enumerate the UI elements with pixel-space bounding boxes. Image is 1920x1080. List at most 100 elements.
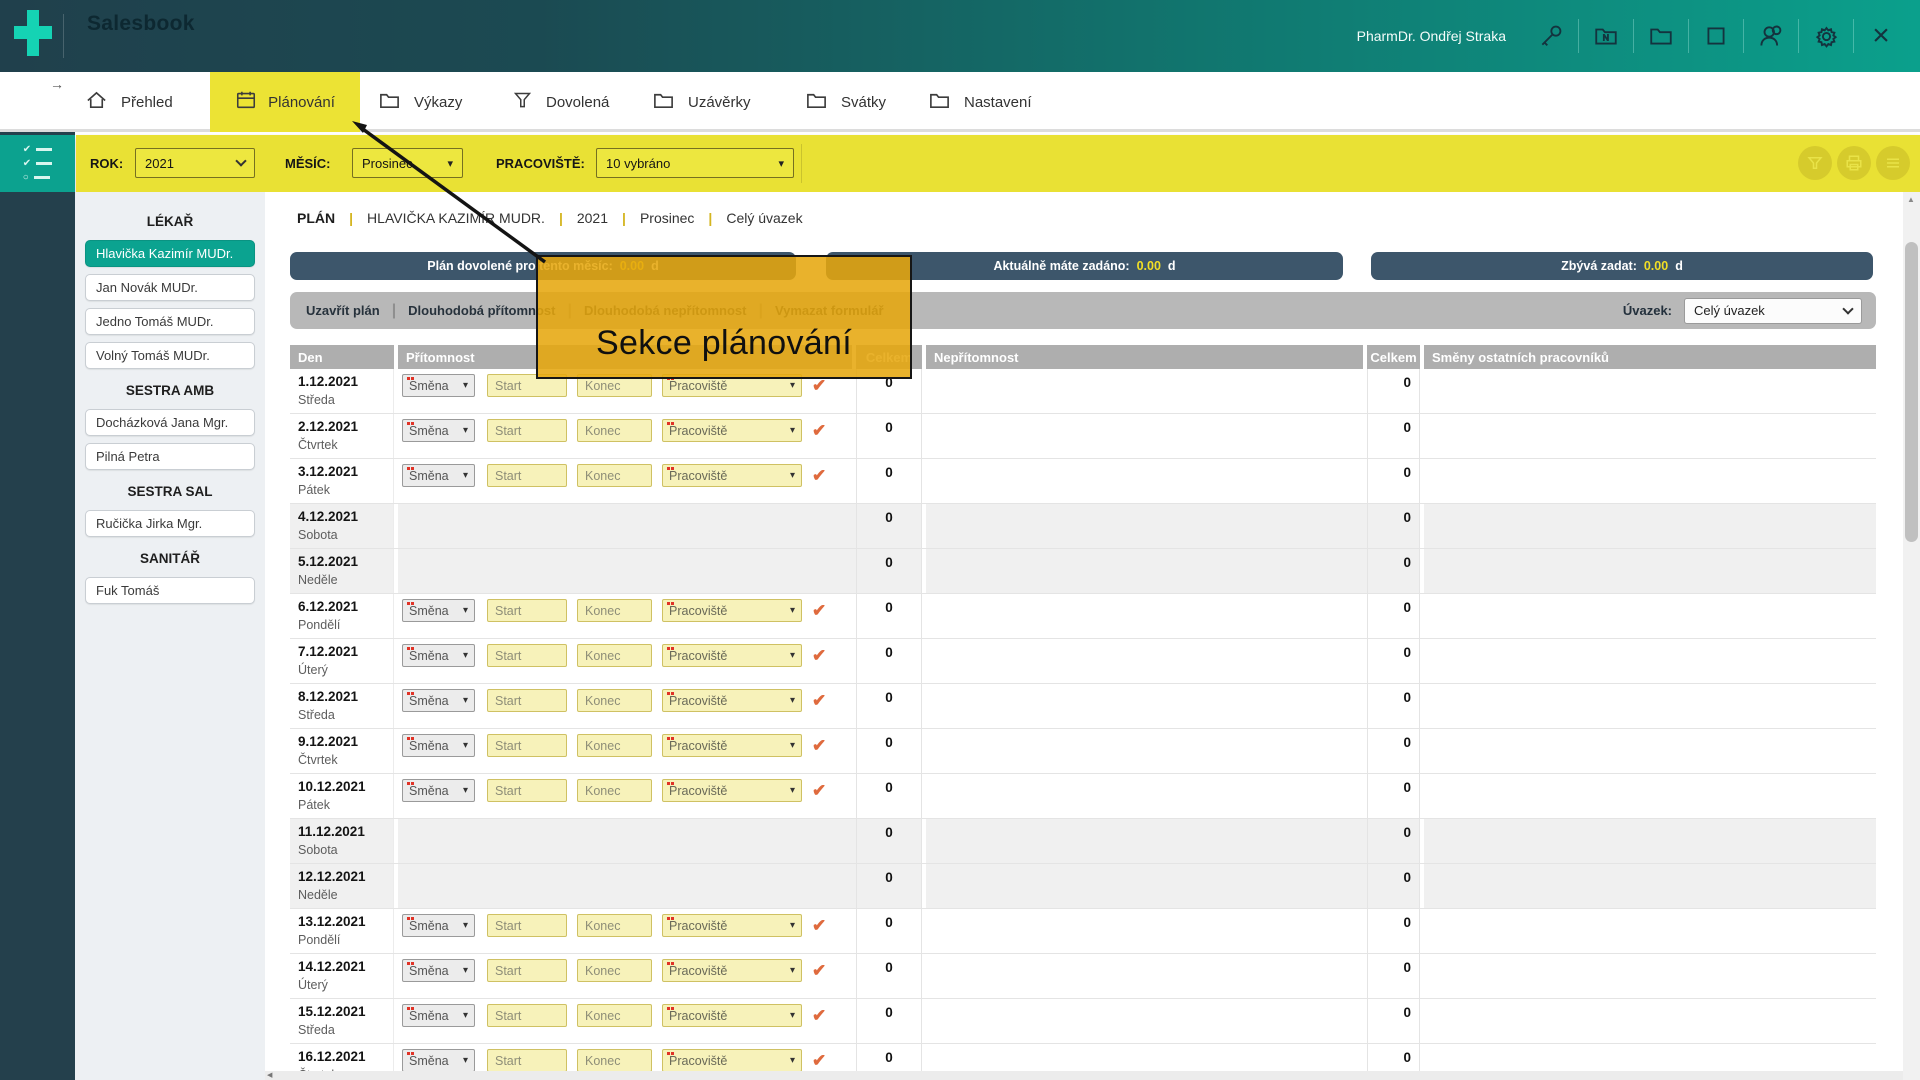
konec-input[interactable] xyxy=(577,689,652,712)
confirm-check-icon[interactable]: ✔ xyxy=(812,376,826,396)
start-input[interactable] xyxy=(487,959,567,982)
employee-item[interactable]: Docházková Jana Mgr. xyxy=(85,409,255,436)
pracoviste-row-select[interactable]: Pracoviště▾ xyxy=(662,644,802,667)
tab-vykazy[interactable]: Výkazy xyxy=(378,72,462,132)
horizontal-scrollbar[interactable]: ◀ xyxy=(265,1071,1903,1080)
folder-icon[interactable] xyxy=(1640,14,1682,58)
employee-item[interactable]: Volný Tomáš MUDr. xyxy=(85,342,255,369)
konec-input[interactable] xyxy=(577,959,652,982)
konec-input[interactable] xyxy=(577,914,652,937)
menu-icon[interactable] xyxy=(1876,146,1910,180)
confirm-check-icon[interactable]: ✔ xyxy=(812,421,826,441)
toolbar-action[interactable]: Dlouhodobá přítomnost xyxy=(408,303,555,318)
day-cell: 14.12.2021Úterý xyxy=(290,954,394,998)
konec-input[interactable] xyxy=(577,1049,652,1072)
confirm-check-icon[interactable]: ✔ xyxy=(812,601,826,621)
scroll-left-icon[interactable]: ◀ xyxy=(267,1071,272,1079)
vertical-scrollbar[interactable]: ▲ xyxy=(1903,192,1920,1080)
start-input[interactable] xyxy=(487,1004,567,1027)
pracoviste-row-select[interactable]: Pracoviště▾ xyxy=(662,1049,802,1072)
employee-item[interactable]: Jan Novák MUDr. xyxy=(85,274,255,301)
pracoviste-row-select[interactable]: Pracoviště▾ xyxy=(662,464,802,487)
pracoviste-row-select[interactable]: Pracoviště▾ xyxy=(662,734,802,757)
start-input[interactable] xyxy=(487,644,567,667)
konec-input[interactable] xyxy=(577,779,652,802)
confirm-check-icon[interactable]: ✔ xyxy=(812,691,826,711)
smena-select[interactable]: Směna▾ xyxy=(402,419,475,442)
confirm-check-icon[interactable]: ✔ xyxy=(812,961,826,981)
tab-label: Plánování xyxy=(268,94,335,111)
pracoviste-row-select[interactable]: Pracoviště▾ xyxy=(662,599,802,622)
tab-planovani[interactable]: Plánování xyxy=(210,72,360,132)
confirm-check-icon[interactable]: ✔ xyxy=(812,1006,826,1026)
folder-new-icon[interactable]: N xyxy=(1585,14,1627,58)
smena-select[interactable]: Směna▾ xyxy=(402,914,475,937)
employee-item[interactable]: Hlavička Kazimír MUDr. xyxy=(85,240,255,267)
start-input[interactable] xyxy=(487,464,567,487)
employee-item[interactable]: Jedno Tomáš MUDr. xyxy=(85,308,255,335)
smena-select[interactable]: Směna▾ xyxy=(402,959,475,982)
tab-prehled[interactable]: Přehled xyxy=(85,72,173,132)
filter-icon[interactable] xyxy=(1798,146,1832,180)
confirm-check-icon[interactable]: ✔ xyxy=(812,466,826,486)
start-input[interactable] xyxy=(487,734,567,757)
smena-select[interactable]: Směna▾ xyxy=(402,599,475,622)
smena-select[interactable]: Směna▾ xyxy=(402,464,475,487)
collapse-arrow-icon[interactable]: → xyxy=(50,76,64,92)
employee-item[interactable]: Ručička Jirka Mgr. xyxy=(85,510,255,537)
start-input[interactable] xyxy=(487,779,567,802)
pracoviste-row-select[interactable]: Pracoviště▾ xyxy=(662,779,802,802)
confirm-check-icon[interactable]: ✔ xyxy=(812,781,826,801)
key-icon[interactable] xyxy=(1530,14,1572,58)
pracoviste-row-select[interactable]: Pracoviště▾ xyxy=(662,689,802,712)
smena-select[interactable]: Směna▾ xyxy=(402,689,475,712)
vertical-scrollbar-thumb[interactable] xyxy=(1905,242,1918,542)
close-icon[interactable]: × xyxy=(1860,14,1902,58)
total-presence-cell: 0 xyxy=(856,999,922,1043)
square-icon[interactable] xyxy=(1695,14,1737,58)
uvazek-select[interactable]: Celý úvazek xyxy=(1684,298,1862,324)
konec-input[interactable] xyxy=(577,419,652,442)
toolbar-action[interactable]: Uzavřít plán xyxy=(306,303,380,318)
tab-uzaverky[interactable]: Uzávěrky xyxy=(652,72,751,132)
pracoviste-row-select[interactable]: Pracoviště▾ xyxy=(662,914,802,937)
print-icon[interactable] xyxy=(1837,146,1871,180)
presence-cell: Směna▾ Pracoviště▾ ✔ xyxy=(398,459,856,503)
pracoviste-select[interactable]: 10 vybráno▾ xyxy=(596,148,794,178)
confirm-check-icon[interactable]: ✔ xyxy=(812,736,826,756)
smena-select[interactable]: Směna▾ xyxy=(402,644,475,667)
confirm-check-icon[interactable]: ✔ xyxy=(812,916,826,936)
tab-dovolena[interactable]: Dovolená xyxy=(512,72,609,132)
mesic-select[interactable]: Prosinec▾ xyxy=(352,148,463,178)
settings-gear-icon[interactable] xyxy=(1805,14,1847,58)
smena-select[interactable]: Směna▾ xyxy=(402,1049,475,1072)
konec-input[interactable] xyxy=(577,1004,652,1027)
start-input[interactable] xyxy=(487,599,567,622)
smena-select[interactable]: Směna▾ xyxy=(402,1004,475,1027)
tab-nastaveni[interactable]: Nastavení xyxy=(928,72,1032,132)
scroll-up-icon[interactable]: ▲ xyxy=(1907,195,1915,204)
plan-table-body: 1.12.2021StředaSměna▾Pracoviště▾✔002.12.… xyxy=(290,369,1876,1080)
smena-select[interactable]: Směna▾ xyxy=(402,779,475,802)
start-input[interactable] xyxy=(487,689,567,712)
employee-item[interactable]: Fuk Tomáš xyxy=(85,577,255,604)
pracoviste-row-select[interactable]: Pracoviště▾ xyxy=(662,1004,802,1027)
konec-input[interactable] xyxy=(577,734,652,757)
start-input[interactable] xyxy=(487,914,567,937)
start-input[interactable] xyxy=(487,1049,567,1072)
konec-input[interactable] xyxy=(577,464,652,487)
rok-select[interactable]: 2021 xyxy=(135,148,255,178)
employee-item[interactable]: Pilná Petra xyxy=(85,443,255,470)
start-input[interactable] xyxy=(487,419,567,442)
smena-select[interactable]: Směna▾ xyxy=(402,734,475,757)
tab-svatky[interactable]: Svátky xyxy=(805,72,886,132)
confirm-check-icon[interactable]: ✔ xyxy=(812,1051,826,1071)
smena-select[interactable]: Směna▾ xyxy=(402,374,475,397)
konec-input[interactable] xyxy=(577,644,652,667)
pracoviste-row-select[interactable]: Pracoviště▾ xyxy=(662,959,802,982)
konec-input[interactable] xyxy=(577,599,652,622)
confirm-check-icon[interactable]: ✔ xyxy=(812,646,826,666)
pracoviste-row-select[interactable]: Pracoviště▾ xyxy=(662,419,802,442)
user-icon[interactable] xyxy=(1750,14,1792,58)
checklist-icon[interactable]: ✔ ✔ ○ xyxy=(0,135,75,192)
